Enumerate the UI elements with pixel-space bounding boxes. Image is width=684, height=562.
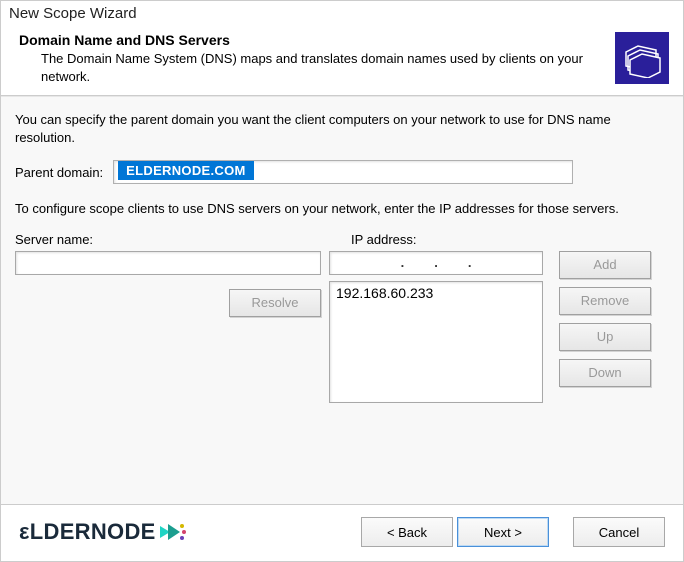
ip-address-label: IP address: — [351, 232, 417, 247]
server-name-input[interactable] — [15, 251, 321, 275]
window-title: New Scope Wizard — [1, 1, 683, 28]
parent-domain-input[interactable]: ELDERNODE.COM — [113, 160, 573, 184]
wizard-window: New Scope Wizard Domain Name and DNS Ser… — [0, 0, 684, 562]
brand-arrow-icon — [160, 520, 188, 544]
parent-domain-row: Parent domain: ELDERNODE.COM — [15, 160, 669, 184]
add-button[interactable]: Add — [559, 251, 651, 279]
configure-text: To configure scope clients to use DNS se… — [15, 200, 669, 218]
server-column: Resolve — [15, 251, 321, 317]
wizard-footer: εLDΕRNODΕ < Back Next > Cancel — [1, 504, 683, 561]
ip-address-list[interactable]: 192.168.60.233 — [329, 281, 543, 403]
folder-stack-icon — [615, 32, 669, 84]
back-button[interactable]: < Back — [361, 517, 453, 547]
list-buttons: Add Remove Up Down — [551, 251, 651, 387]
resolve-button[interactable]: Resolve — [229, 289, 321, 317]
header-text: Domain Name and DNS Servers The Domain N… — [19, 32, 615, 85]
brand: εLDΕRNODΕ — [19, 519, 188, 545]
input-columns: Resolve ... 192.168.60.233 Add Remove Up… — [15, 251, 669, 403]
down-button[interactable]: Down — [559, 359, 651, 387]
next-button[interactable]: Next > — [457, 517, 549, 547]
list-item[interactable]: 192.168.60.233 — [334, 284, 538, 302]
up-button[interactable]: Up — [559, 323, 651, 351]
parent-domain-value: ELDERNODE.COM — [118, 161, 253, 180]
header-title: Domain Name and DNS Servers — [19, 32, 603, 48]
header-description: The Domain Name System (DNS) maps and tr… — [19, 50, 603, 85]
parent-domain-label: Parent domain: — [15, 165, 103, 180]
brand-text: εLDΕRNODΕ — [19, 519, 156, 545]
column-labels: Server name: IP address: — [15, 232, 669, 247]
wizard-header: Domain Name and DNS Servers The Domain N… — [1, 28, 683, 96]
specify-text: You can specify the parent domain you wa… — [15, 111, 669, 146]
ip-column: ... 192.168.60.233 — [329, 251, 543, 403]
ip-entry-input[interactable]: ... — [329, 251, 543, 275]
remove-button[interactable]: Remove — [559, 287, 651, 315]
cancel-button[interactable]: Cancel — [573, 517, 665, 547]
wizard-body: You can specify the parent domain you wa… — [1, 96, 683, 504]
server-name-label: Server name: — [15, 232, 351, 247]
